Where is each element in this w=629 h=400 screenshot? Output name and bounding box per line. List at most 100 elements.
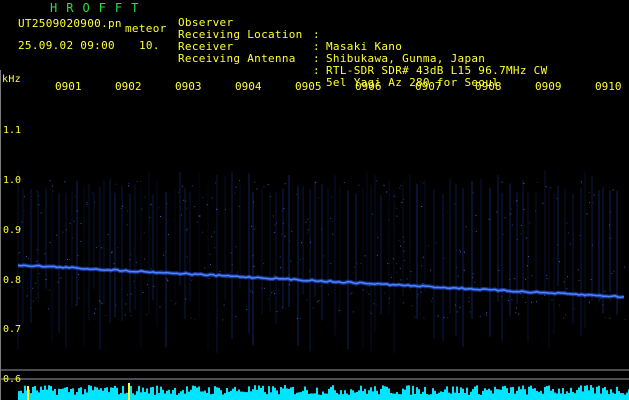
noise-floor-bar (388, 388, 390, 400)
noise-speckle-dot (354, 266, 356, 268)
noise-floor-bar (478, 394, 480, 400)
noise-speckle-dot (518, 313, 520, 315)
noise-speckle-dot (485, 314, 487, 316)
noise-floor-bar (510, 387, 512, 400)
noise-speckle-dot (511, 208, 513, 210)
noise-floor-bar (330, 386, 332, 400)
noise-speckle-dot (420, 291, 422, 293)
noise-speckle-dot (120, 208, 122, 209)
noise-floor-bar (34, 386, 36, 400)
noise-speckle-dot (153, 285, 155, 287)
noise-speckle-dot (474, 281, 476, 283)
noise-floor-bar (300, 392, 302, 400)
noise-floor-bar (416, 387, 418, 400)
noise-floor-bar (532, 388, 534, 400)
noise-speckle-dot (21, 221, 23, 223)
noise-speckle-dot (516, 239, 518, 240)
noise-speckle-dot (234, 192, 236, 194)
noise-speckle-dot (569, 243, 571, 245)
noise-floor-bar (306, 390, 308, 400)
noise-floor-bar (328, 388, 330, 400)
noise-speckle-dot (419, 313, 421, 315)
noise-floor-bar (264, 392, 266, 400)
noise-floor-bar (472, 389, 474, 400)
noise-floor-bar (356, 392, 358, 400)
noise-speckle-dot (502, 233, 504, 235)
noise-floor-bar (166, 390, 168, 400)
carrier-trace-line (17, 264, 625, 298)
noise-floor-bar (376, 390, 378, 400)
noise-floor-bar (172, 390, 174, 400)
frequency-tick: 0.8 (3, 275, 22, 286)
noise-speckle-dot (535, 210, 537, 212)
noise-speckle-dot (501, 181, 503, 183)
noise-floor-bar (470, 391, 472, 400)
noise-speckle-dot (38, 204, 40, 206)
noise-speckle-dot (273, 274, 275, 276)
frequency-unit-label: kHz (2, 74, 21, 85)
noise-speckle-dot (126, 294, 128, 296)
noise-floor-bar (486, 389, 488, 400)
noise-floor-bar (484, 388, 486, 400)
noise-floor-bar (614, 393, 616, 400)
noise-speckle-dot (623, 266, 625, 268)
noise-speckle-dot (432, 297, 433, 299)
noise-speckle-dot (521, 225, 523, 226)
noise-speckle-dot (484, 313, 486, 315)
noise-speckle-dot (468, 301, 470, 302)
noise-columns (17, 170, 618, 354)
noise-speckle-dot (130, 254, 132, 256)
noise-floor-bar (68, 392, 70, 400)
noise-speckle-dot (516, 307, 518, 309)
noise-speckle-dot (143, 258, 145, 260)
noise-speckle-dot (299, 317, 301, 319)
noise-speckle-dot (56, 234, 58, 236)
noise-floor-bar (364, 388, 366, 400)
noise-floor-bar (592, 387, 594, 400)
noise-speckle-dot (191, 279, 193, 281)
noise-speckle-dot (531, 275, 533, 277)
noise-speckle-dot (45, 278, 47, 280)
noise-speckle-dot (514, 278, 516, 280)
noise-floor-bar (234, 386, 236, 400)
noise-speckle-dot (400, 184, 402, 186)
noise-speckle-dot (303, 258, 305, 260)
datetime-label: 25.09.02 09:00 (18, 39, 115, 52)
noise-speckle-dot (194, 319, 196, 321)
noise-floor-bar (216, 387, 218, 400)
noise-speckle-dot (421, 206, 423, 207)
noise-floor-bar (406, 385, 408, 400)
noise-speckle-dot (47, 308, 49, 310)
noise-floor-bar (278, 394, 280, 400)
noise-floor-bar (56, 394, 58, 400)
noise-speckle-dot (128, 182, 130, 184)
noise-speckle-dot (57, 281, 59, 283)
noise-floor-bar (72, 388, 74, 400)
noise-speckle-dot (558, 304, 560, 306)
noise-floor-bar (578, 387, 580, 400)
noise-speckle-dot (604, 291, 606, 293)
noise-floor-bar (324, 393, 326, 400)
noise-floor-bar (426, 394, 428, 400)
noise-floor-bar (284, 385, 286, 400)
noise-floor-bar (196, 387, 198, 400)
noise-floor-bar (70, 389, 72, 400)
noise-speckle-dot (610, 237, 612, 239)
noise-speckle-dot (301, 242, 302, 244)
noise-floor-bar (164, 393, 166, 400)
noise-floor-bar (160, 386, 162, 400)
noise-speckle-dot (486, 312, 487, 314)
noise-floor-bar (260, 387, 262, 400)
noise-speckle-dot (60, 277, 62, 279)
noise-speckle-dot (567, 276, 569, 278)
noise-floor-bar (408, 385, 410, 400)
noise-floor-bar (456, 386, 458, 400)
noise-speckle-dot (159, 306, 161, 308)
noise-floor-bar (126, 392, 128, 400)
noise-speckle-dot (199, 215, 201, 217)
noise-speckle-dot (274, 224, 276, 226)
noise-floor-bar (424, 386, 426, 400)
noise-speckle-dot (368, 285, 370, 287)
noise-speckle-dot (590, 279, 592, 280)
noise-speckle-dot (190, 317, 192, 319)
